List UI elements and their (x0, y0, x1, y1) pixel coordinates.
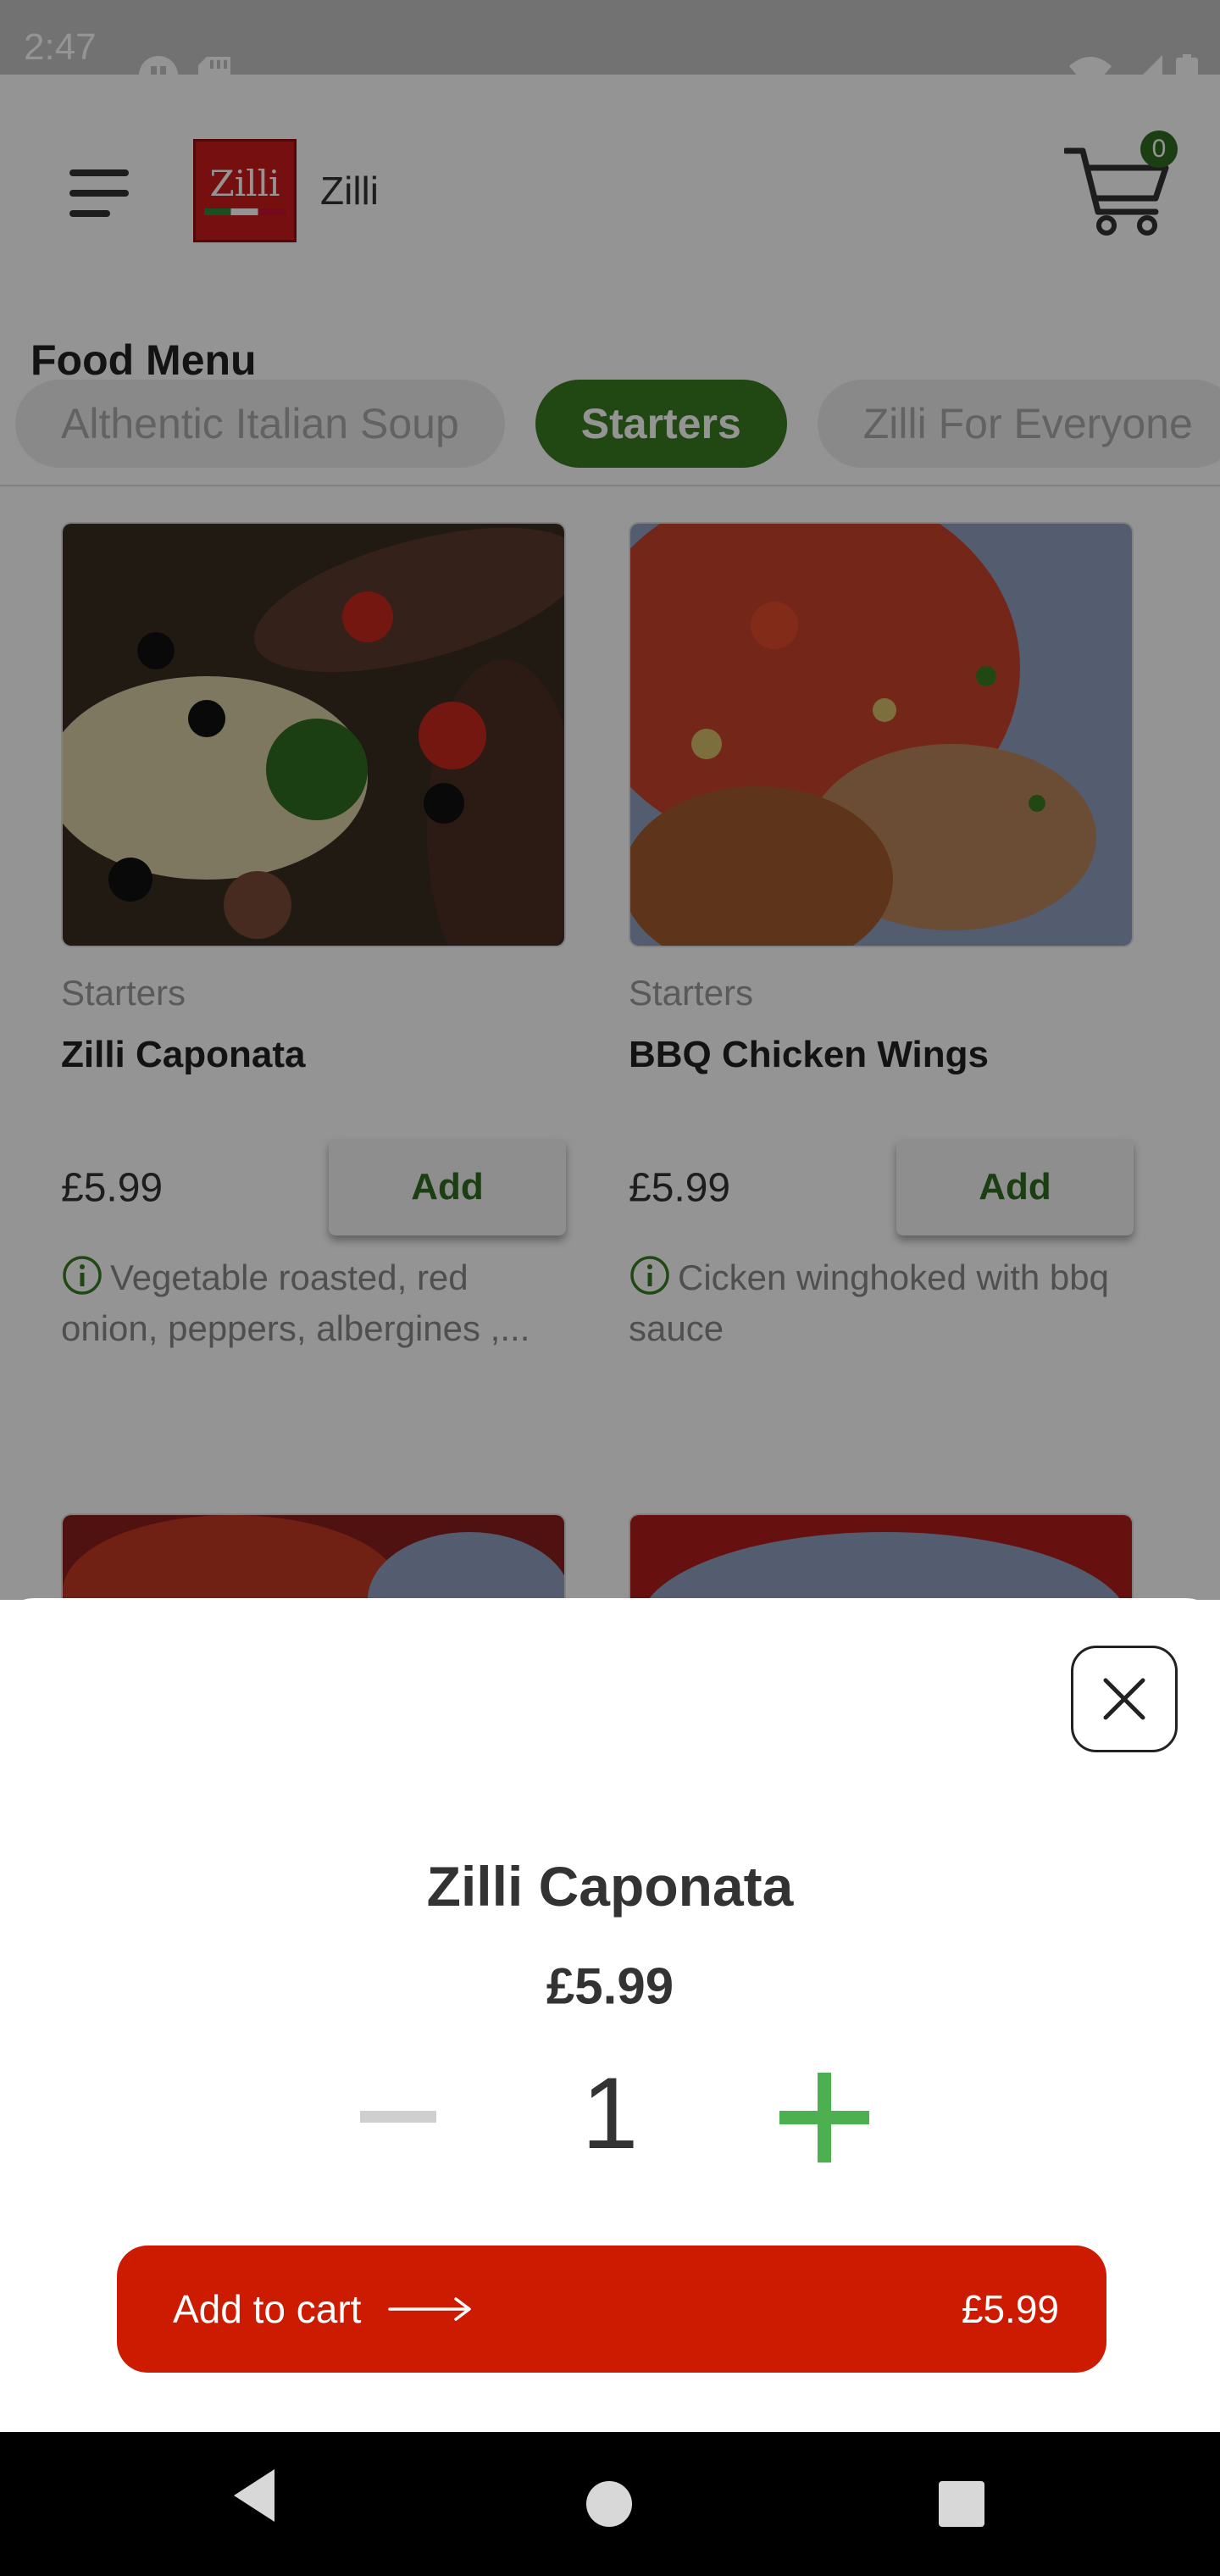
add-to-cart-button[interactable]: Add to cart £5.99 (117, 2246, 1106, 2373)
close-icon (1103, 1678, 1145, 1720)
minus-icon (360, 2111, 436, 2123)
plus-icon (779, 2073, 869, 2162)
modal-backdrop[interactable] (0, 0, 1220, 1600)
recent-apps-icon[interactable] (939, 2481, 984, 2527)
home-icon[interactable] (586, 2481, 632, 2527)
increase-quantity-button[interactable] (779, 2073, 869, 2162)
add-to-cart-price: £5.99 (961, 2287, 1059, 2331)
system-nav-bar (0, 2432, 1220, 2576)
sheet-product-name: Zilli Caponata (426, 1855, 794, 1918)
add-to-cart-label: Add to cart (173, 2287, 362, 2331)
decrease-quantity-button[interactable] (356, 2091, 441, 2142)
arrow-right-icon (388, 2297, 471, 2321)
add-to-cart-sheet: Zilli Caponata £5.99 1 Add to cart £5.99 (0, 1598, 1220, 2432)
back-icon[interactable] (229, 2466, 280, 2525)
quantity-value: 1 (581, 2057, 639, 2170)
close-button[interactable] (1071, 1646, 1178, 1752)
sheet-product-price: £5.99 (546, 1957, 674, 2015)
